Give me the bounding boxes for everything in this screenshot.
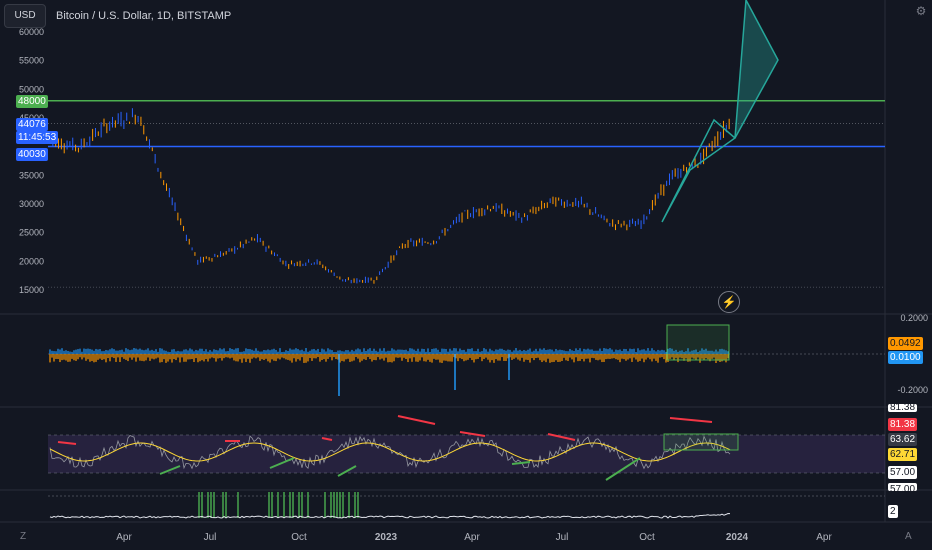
osc2-highlight-box xyxy=(663,433,739,451)
osc2-bear-divergence xyxy=(669,417,713,423)
osc2-value-a: 81.38 xyxy=(888,418,918,431)
osc3-bar xyxy=(289,492,291,518)
osc3-bar xyxy=(301,492,303,518)
osc1-tick: -0.2000 xyxy=(897,385,928,395)
osc3-bar xyxy=(210,492,212,518)
time-tick-label: Apr xyxy=(116,532,132,543)
osc3-bar xyxy=(198,492,200,518)
time-tick-label: Oct xyxy=(639,532,655,543)
osc3-bar xyxy=(292,492,294,518)
price-tick-label: 35000 xyxy=(19,170,44,180)
osc3-value: 2 xyxy=(888,505,898,518)
osc1-value-b: 0.0100 xyxy=(888,351,923,364)
auto-scale-button[interactable]: A xyxy=(905,531,912,542)
target-arrow-drawing xyxy=(734,0,779,139)
osc3-bar xyxy=(201,492,203,518)
time-tick-label: Oct xyxy=(291,532,307,543)
osc2-bear-divergence xyxy=(397,415,436,425)
time-tick-label: Apr xyxy=(816,532,832,543)
osc3-bar xyxy=(330,492,332,518)
osc3-bar xyxy=(283,492,285,518)
osc3-bar xyxy=(268,492,270,518)
zoom-button[interactable]: Z xyxy=(20,531,26,542)
time-tick-label: Apr xyxy=(464,532,480,543)
osc3-bar xyxy=(213,492,215,518)
osc3-bar xyxy=(307,492,309,518)
osc3-bar xyxy=(225,492,227,518)
osc3-bar xyxy=(271,492,273,518)
osc3-bar xyxy=(222,492,224,518)
chart-title: Bitcoin / U.S. Dollar, 1D, BITSTAMP xyxy=(56,10,232,22)
wedge-drawing xyxy=(661,118,737,223)
osc3-bar xyxy=(342,492,344,518)
settings-icon[interactable]: ⚙ xyxy=(914,4,928,18)
osc2-value-e: 57.00 xyxy=(888,483,918,491)
osc3-bar xyxy=(348,492,350,518)
osc3-bar xyxy=(333,492,335,518)
lightning-icon[interactable]: ⚡ xyxy=(718,291,740,313)
osc2-value-c: 62.71 xyxy=(888,448,918,461)
osc2-value-top: 81.38 xyxy=(888,404,918,412)
osc3-bar xyxy=(357,492,359,518)
time-tick-label: 2024 xyxy=(726,532,749,543)
countdown-label: 11:45:53 xyxy=(16,131,59,144)
price-tick-label: 60000 xyxy=(19,27,44,37)
osc3-bar xyxy=(207,492,209,518)
level-48000-label: 48000 xyxy=(16,95,48,108)
osc3-bar xyxy=(237,492,239,518)
osc1-highlight-box xyxy=(666,324,730,361)
price-tick-label: 55000 xyxy=(19,56,44,66)
osc3-bar xyxy=(298,492,300,518)
osc3-line xyxy=(49,512,731,519)
osc1-value-a: 0.0492 xyxy=(888,337,923,350)
last-price-label: 44076 xyxy=(16,118,48,131)
price-tick-label: 30000 xyxy=(19,199,44,209)
osc2-value-d: 57.00 xyxy=(888,466,918,479)
osc3-bar xyxy=(354,492,356,518)
time-tick-label: 2023 xyxy=(375,532,398,543)
osc3-bar xyxy=(324,492,326,518)
price-tick-label: 25000 xyxy=(19,228,44,238)
level-40030-label: 40030 xyxy=(16,148,48,161)
osc3-bar xyxy=(339,492,341,518)
currency-button[interactable]: USD xyxy=(4,4,46,28)
osc1-tick: 0.2000 xyxy=(900,313,928,323)
time-tick-label: Jul xyxy=(556,532,569,543)
time-tick-label: Jul xyxy=(204,532,217,543)
osc3-bar xyxy=(277,492,279,518)
osc2-value-b: 63.62 xyxy=(888,433,918,446)
price-tick-label: 15000 xyxy=(19,285,44,295)
price-tick-label: 50000 xyxy=(19,84,44,94)
osc3-bar xyxy=(336,492,338,518)
price-tick-label: 20000 xyxy=(19,256,44,266)
chart-canvas[interactable]: 6000055000500004500035000300002500020000… xyxy=(0,0,932,550)
